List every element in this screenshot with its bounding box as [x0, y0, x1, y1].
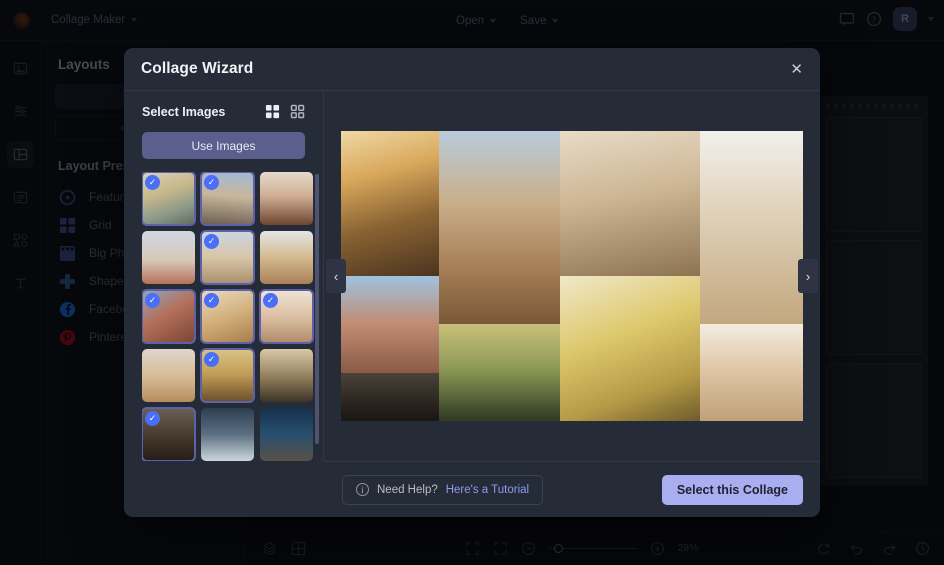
thumbnail-13[interactable]: [201, 408, 254, 461]
check-icon: ✓: [145, 293, 160, 308]
grid-small-icon[interactable]: [290, 104, 305, 119]
thumbnail-9[interactable]: [142, 349, 195, 402]
collage-tile-desert-road-couple[interactable]: [341, 276, 439, 373]
previous-collage-button[interactable]: ‹: [326, 259, 346, 293]
thumbnail-12[interactable]: ✓: [142, 408, 195, 461]
collage-tile-sand-dunes-sunset[interactable]: [341, 131, 439, 276]
dialog-title: Collage Wizard: [141, 60, 253, 78]
check-icon: ✓: [204, 234, 219, 249]
thumbnail-scrollbar[interactable]: [315, 172, 319, 461]
close-icon[interactable]: ✕: [790, 62, 803, 77]
thumbnail-2[interactable]: [260, 172, 313, 225]
thumbnail-1[interactable]: ✓: [201, 172, 254, 225]
thumbnail-11[interactable]: [260, 349, 313, 402]
select-images-label: Select Images: [142, 105, 225, 119]
check-icon: ✓: [204, 293, 219, 308]
help-text: Need Help?: [377, 484, 438, 496]
dialog-header: Collage Wizard ✕: [124, 48, 820, 91]
collage-tile-balloons-sunrise[interactable]: [439, 324, 560, 421]
info-icon: i: [356, 483, 369, 496]
thumbnail-0[interactable]: ✓: [142, 172, 195, 225]
thumbnail-10[interactable]: ✓: [201, 349, 254, 402]
collage-preview[interactable]: [341, 131, 803, 421]
thumbnail-14[interactable]: [260, 408, 313, 461]
select-this-collage-label: Select this Collage: [677, 483, 788, 497]
scrollbar-thumb[interactable]: [315, 174, 319, 444]
thumbnail-8[interactable]: ✓: [260, 290, 313, 343]
grid-large-icon[interactable]: [265, 104, 280, 119]
check-icon: ✓: [145, 175, 160, 190]
collage-preview-panel: ‹ ›: [324, 91, 820, 461]
collage-tile-misty-dunes[interactable]: [700, 131, 803, 324]
collage-tile-desert-village[interactable]: [439, 131, 560, 324]
next-collage-button[interactable]: ›: [798, 259, 818, 293]
use-images-label: Use Images: [191, 139, 255, 153]
use-images-button[interactable]: Use Images: [142, 132, 305, 159]
check-icon: ✓: [145, 411, 160, 426]
select-this-collage-button[interactable]: Select this Collage: [662, 475, 803, 505]
thumbnail-4[interactable]: ✓: [201, 231, 254, 284]
check-icon: ✓: [204, 352, 219, 367]
collage-tile-vintage-car-interior[interactable]: [560, 276, 700, 421]
tutorial-link[interactable]: Here's a Tutorial: [446, 484, 529, 496]
thumbnail-7[interactable]: ✓: [201, 290, 254, 343]
collage-tile-footprints-dune[interactable]: [700, 324, 803, 421]
help-tutorial-box[interactable]: i Need Help? Here's a Tutorial: [342, 475, 543, 505]
check-icon: ✓: [263, 293, 278, 308]
thumbnail-grid[interactable]: ✓✓✓✓✓✓✓✓✓: [142, 172, 323, 461]
thumbnail-6[interactable]: ✓: [142, 290, 195, 343]
collage-tile-arch-corridor[interactable]: [341, 373, 439, 421]
thumbnail-3[interactable]: [142, 231, 195, 284]
thumbnail-5[interactable]: [260, 231, 313, 284]
collage-tile-hands-on-wall[interactable]: [560, 131, 700, 276]
dialog-body: Select Images Use Images: [124, 91, 820, 461]
image-selector-panel: Select Images Use Images: [124, 91, 324, 461]
collage-wizard-dialog: Collage Wizard ✕ Select Images: [124, 48, 820, 517]
app-root: Collage Maker Open Save: [0, 0, 944, 565]
dialog-footer: i Need Help? Here's a Tutorial Select th…: [324, 461, 820, 517]
check-icon: ✓: [204, 175, 219, 190]
